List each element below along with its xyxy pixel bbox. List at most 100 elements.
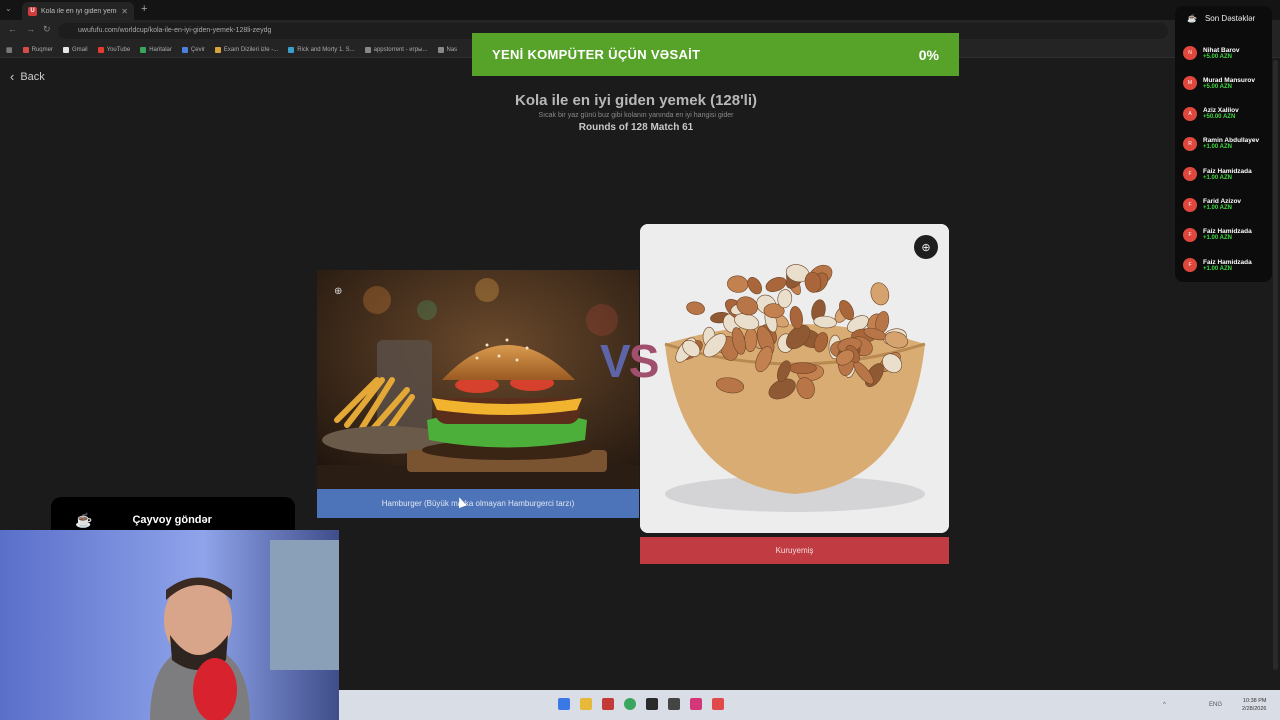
supporter-name: Faiz Hamidzada	[1203, 258, 1252, 266]
page-title: Kola ile en iyi giden yemek (128'li)	[515, 92, 757, 109]
supporter-amount: +1.00 AZN	[1203, 174, 1232, 181]
zoom-in-left-icon[interactable]: ⊕	[334, 286, 348, 300]
bookmark-item[interactable]: YouTube	[97, 46, 130, 53]
supporter-name: Faiz Hamidzada	[1203, 167, 1252, 175]
tab-list-icon[interactable]: ⌄	[5, 4, 12, 13]
back-arrow-icon[interactable]: ←	[8, 24, 17, 34]
bookmark-label: Haritalar	[149, 46, 172, 53]
tab-favicon-icon: U	[28, 6, 37, 16]
supporter-amount: +5.00 AZN	[1203, 83, 1232, 90]
bookmark-label: Exam Dizileri izle -...	[223, 46, 279, 53]
bookmark-label: Nas	[446, 46, 458, 53]
option-right-button[interactable]: Kuruyemiş	[640, 537, 949, 564]
supporter-name: Aziz Xalilov	[1203, 107, 1239, 115]
supporters-header: ☕ Son Dəstəklər	[1175, 6, 1272, 23]
vs-v: V	[600, 335, 631, 387]
streamer-video	[0, 530, 339, 720]
bookmark-favicon-icon	[214, 46, 221, 53]
bookmark-favicon-icon	[181, 46, 188, 53]
tiktok-icon[interactable]	[690, 698, 702, 710]
avatar: F	[1183, 167, 1197, 182]
bookmark-favicon-icon	[62, 46, 69, 53]
clock-date: 2/28/2026	[1242, 706, 1267, 712]
donation-goal-title: YENİ KOMPÜTER ÜÇÜN VƏSAİT	[492, 47, 701, 62]
recent-supporters-panel: ☕ Son Dəstəklər N Nihat Barov +5.00 AZN M Mu…	[1175, 6, 1272, 282]
zoom-in-right-icon[interactable]: ⊕	[914, 235, 938, 259]
tab-title: Kola ile en iyi giden yemek (12…	[41, 7, 117, 15]
hamburger-image	[317, 270, 639, 489]
browser-tab[interactable]: U Kola ile en iyi giden yemek (12… ✕	[22, 2, 134, 20]
vs-label: VS	[600, 334, 660, 388]
terminal-icon[interactable]	[646, 698, 658, 710]
avatar: R	[1183, 136, 1197, 151]
bookmark-item[interactable]: Rick and Morty 1. S...	[288, 46, 355, 53]
clock-time: 10:38 PM	[1242, 698, 1267, 704]
avatar: A	[1183, 106, 1197, 121]
yandex-icon[interactable]	[602, 698, 614, 710]
bookmark-item[interactable]: Haritalar	[140, 46, 172, 53]
supporter-item: F Faiz Hamidzada +1.00 AZN	[1183, 167, 1252, 182]
bookmark-item[interactable]: Gmail	[62, 46, 88, 53]
bookmark-favicon-icon	[288, 46, 295, 53]
supporter-amount: +50.00 AZN	[1203, 114, 1236, 121]
avatar: F	[1183, 227, 1197, 242]
supporter-item: F Farid Azizov +1.00 AZN	[1183, 197, 1242, 212]
avatar: M	[1183, 76, 1197, 91]
option-left-image[interactable]	[317, 270, 639, 489]
supporter-amount: +5.00 AZN	[1203, 53, 1232, 60]
browser-tabbar: ⌄ U Kola ile en iyi giden yemek (12… ✕ +	[0, 0, 1280, 20]
avatar: F	[1183, 258, 1197, 273]
bookmark-item[interactable]: Ruqmer	[22, 46, 53, 53]
bookmark-favicon-icon	[364, 46, 371, 53]
bookmark-favicon-icon	[97, 46, 104, 53]
supporter-name: Farid Azizov	[1203, 198, 1242, 205]
cup-icon: ☕	[1187, 14, 1197, 23]
obs-icon[interactable]	[668, 698, 680, 710]
bookmark-label: Rick and Morty 1. S...	[297, 46, 355, 53]
webcam-overlay	[0, 530, 339, 720]
supporter-name: Murad Mansurov	[1203, 76, 1256, 84]
supporter-item: M Murad Mansurov +5.00 AZN	[1183, 76, 1256, 91]
nut-shape	[788, 362, 817, 374]
worldcup-header: Kola ile en iyi giden yemek (128'li) Sıc…	[372, 92, 900, 133]
supporters-heading: Son Dəstəklər	[1204, 14, 1256, 23]
avatar: F	[1183, 197, 1197, 212]
option-right-image[interactable]	[640, 224, 949, 533]
option-left-button[interactable]: Hamburger (Büyük marka olmayan Hamburger…	[317, 489, 639, 518]
new-tab-button[interactable]: +	[141, 3, 147, 15]
page-subtitle: Sıcak bir yaz günü buz gibi kolanın yanı…	[538, 112, 734, 119]
bookmark-item[interactable]: Nas	[437, 46, 458, 53]
taskbar-clock[interactable]: 10:38 PM 2/28/2026	[1242, 697, 1266, 713]
bookmark-item[interactable]: appstorrent - игры...	[364, 46, 428, 53]
bookmark-item[interactable]: Exam Dizileri izle -...	[214, 46, 279, 53]
supporter-item: F Faiz Hamidzada +1.00 AZN	[1183, 227, 1252, 242]
apps-grid-icon[interactable]: ▦	[6, 46, 13, 54]
mixed-nuts-image	[640, 224, 949, 533]
cup-icon: ☕	[75, 511, 93, 528]
bookmark-label: appstorrent - игры...	[373, 46, 428, 53]
supporter-item: F Faiz Hamidzada +1.00 AZN	[1183, 258, 1252, 273]
supporter-item: R Ramin Abdullayev +1.00 AZN	[1183, 136, 1259, 151]
language-indicator[interactable]: ENG	[1209, 702, 1222, 708]
bookmark-label: Çevir	[190, 46, 205, 53]
file-explorer-icon[interactable]	[580, 698, 592, 710]
close-tab-icon[interactable]: ✕	[121, 7, 128, 16]
back-link[interactable]: ‹ Back	[10, 69, 45, 84]
bookmark-favicon-icon	[437, 46, 444, 53]
page-scrollbar[interactable]	[1273, 60, 1278, 670]
forward-arrow-icon[interactable]: →	[26, 24, 35, 34]
windows-taskbar: ^ ENG	[339, 690, 1280, 720]
vs-s: S	[628, 335, 660, 387]
avatar: N	[1183, 46, 1197, 60]
supporter-amount: +1.00 AZN	[1203, 235, 1232, 242]
supporter-item: A Aziz Xalilov +50.00 AZN	[1183, 106, 1239, 121]
tray-chevron-icon[interactable]: ^	[1163, 702, 1166, 708]
app-t-icon[interactable]	[712, 698, 724, 710]
reload-icon[interactable]: ↻	[43, 24, 51, 35]
screen: ⌄ U Kola ile en iyi giden yemek (12… ✕ +…	[0, 0, 1280, 720]
bookmark-item[interactable]: Çevir	[181, 46, 205, 53]
start-icon[interactable]	[558, 698, 570, 710]
bookmark-favicon-icon	[140, 46, 147, 53]
supporter-name: Faiz Hamidzada	[1203, 228, 1252, 236]
chrome-icon[interactable]	[624, 698, 636, 710]
